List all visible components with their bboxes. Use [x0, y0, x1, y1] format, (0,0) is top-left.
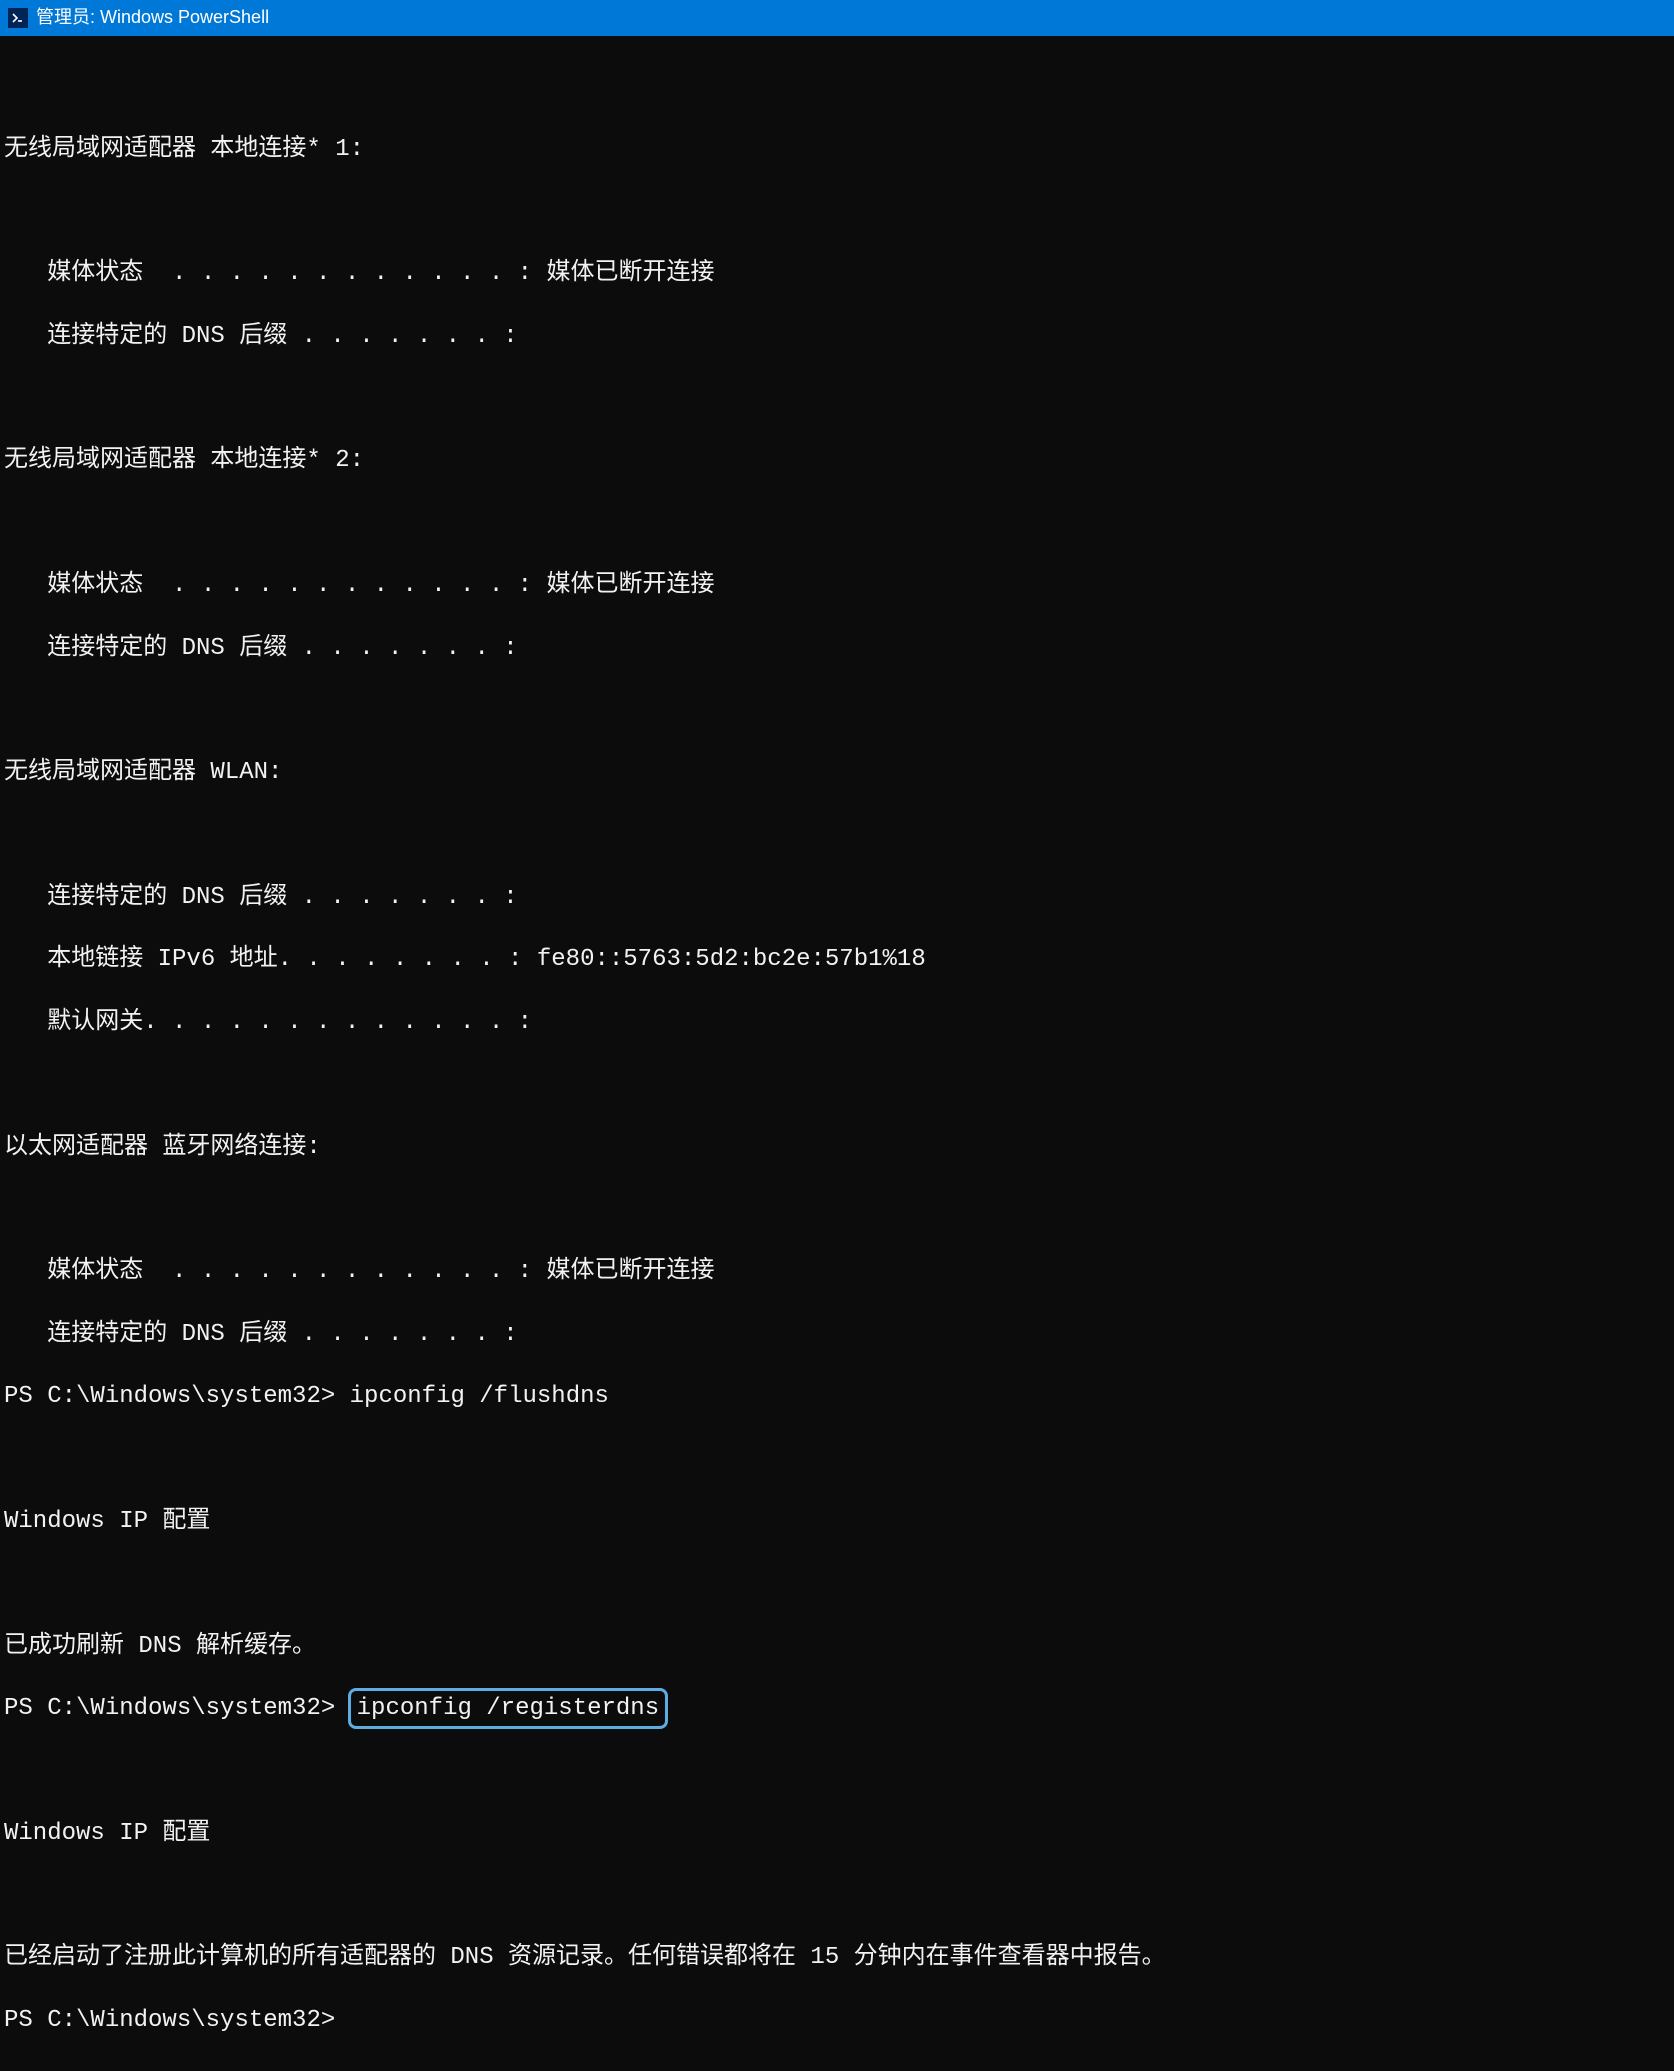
- adapter-header: 以太网适配器 蓝牙网络连接:: [4, 1132, 1670, 1163]
- media-state-line: 媒体状态 . . . . . . . . . . . . : 媒体已断开连接: [4, 570, 1670, 601]
- ipconfig-header: Windows IP 配置: [4, 1818, 1670, 1849]
- output-line: [4, 1194, 1670, 1225]
- output-line: [4, 71, 1670, 102]
- registerdns-message-line: 已经启动了注册此计算机的所有适配器的 DNS 资源记录。任何错误都将在 15 分…: [4, 1942, 1670, 1973]
- dns-suffix-line: 连接特定的 DNS 后缀 . . . . . . . :: [4, 1319, 1670, 1350]
- output-line: [4, 1880, 1670, 1911]
- media-state-line: 媒体状态 . . . . . . . . . . . . : 媒体已断开连接: [4, 258, 1670, 289]
- prompt-line: PS C:\Windows\system32> ipconfig /regist…: [4, 1693, 1670, 1724]
- terminal-output[interactable]: 无线局域网适配器 本地连接* 1: 媒体状态 . . . . . . . . .…: [0, 36, 1674, 2071]
- adapter-header: 无线局域网适配器 本地连接* 1:: [4, 134, 1670, 165]
- dns-suffix-line: 连接特定的 DNS 后缀 . . . . . . . :: [4, 321, 1670, 352]
- adapter-header: 无线局域网适配器 WLAN:: [4, 757, 1670, 788]
- output-line: [4, 508, 1670, 539]
- prompt-prefix: PS C:\Windows\system32>: [4, 1383, 350, 1410]
- media-state-line: 媒体状态 . . . . . . . . . . . . : 媒体已断开连接: [4, 1256, 1670, 1287]
- output-line: [4, 695, 1670, 726]
- output-line: [4, 1443, 1670, 1474]
- output-line: [4, 1069, 1670, 1100]
- output-line: [4, 820, 1670, 851]
- prompt-line[interactable]: PS C:\Windows\system32>: [4, 2005, 1670, 2036]
- dns-suffix-line: 连接特定的 DNS 后缀 . . . . . . . :: [4, 882, 1670, 913]
- highlighted-command: ipconfig /registerdns: [348, 1688, 668, 1729]
- window-title: 管理员: Windows PowerShell: [36, 6, 269, 29]
- ipv6-address-line: 本地链接 IPv6 地址. . . . . . . . : fe80::5763…: [4, 944, 1670, 975]
- window-titlebar[interactable]: 管理员: Windows PowerShell: [0, 0, 1674, 36]
- prompt-prefix: PS C:\Windows\system32>: [4, 1695, 350, 1722]
- ipconfig-header: Windows IP 配置: [4, 1506, 1670, 1537]
- dns-suffix-line: 连接特定的 DNS 后缀 . . . . . . . :: [4, 633, 1670, 664]
- command-text: ipconfig /flushdns: [350, 1383, 609, 1410]
- gateway-line: 默认网关. . . . . . . . . . . . . :: [4, 1007, 1670, 1038]
- output-line: [4, 1568, 1670, 1599]
- output-line: [4, 196, 1670, 227]
- output-line: [4, 1755, 1670, 1786]
- powershell-icon: [8, 8, 28, 28]
- flushdns-success-line: 已成功刷新 DNS 解析缓存。: [4, 1631, 1670, 1662]
- adapter-header: 无线局域网适配器 本地连接* 2:: [4, 445, 1670, 476]
- prompt-line: PS C:\Windows\system32> ipconfig /flushd…: [4, 1381, 1670, 1412]
- output-line: [4, 383, 1670, 414]
